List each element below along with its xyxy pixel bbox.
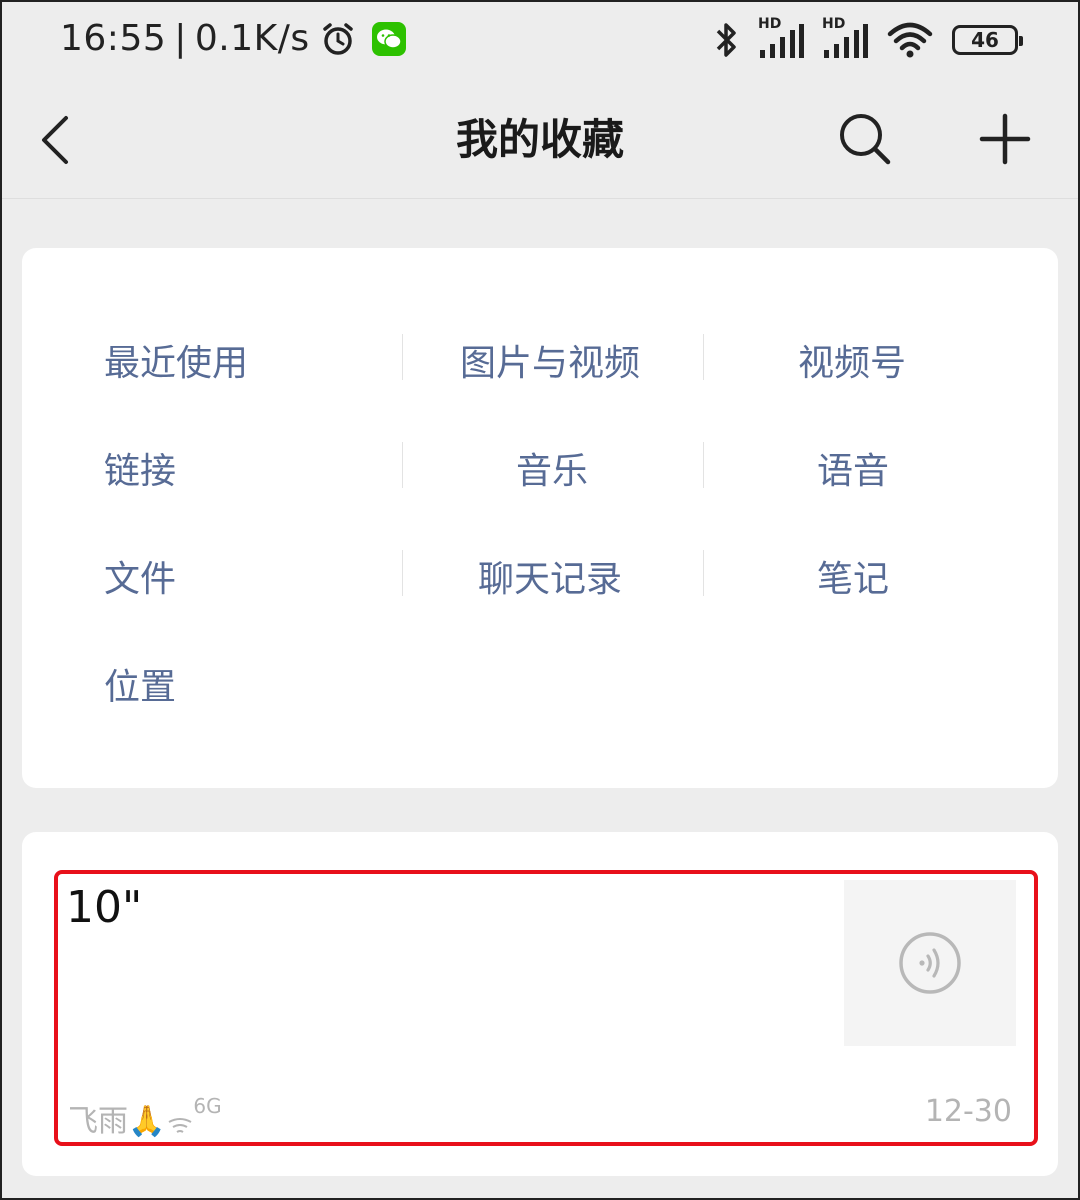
category-recent[interactable]: 最近使用 xyxy=(104,334,248,386)
signal-wifi-icon xyxy=(168,1118,192,1133)
category-channels[interactable]: 视频号 xyxy=(798,334,906,386)
wechat-notification-icon xyxy=(371,21,406,56)
status-time: 16:55 xyxy=(60,18,167,59)
nav-bar: 我的收藏 xyxy=(0,84,1080,199)
voice-duration: 10" xyxy=(66,882,143,933)
category-divider xyxy=(703,550,704,596)
add-icon[interactable] xyxy=(978,112,1032,166)
cellular-signal-icon: HD xyxy=(758,16,804,60)
category-files[interactable]: 文件 xyxy=(104,550,176,602)
category-music[interactable]: 音乐 xyxy=(516,442,588,494)
source-name: 飞雨🙏 xyxy=(68,1104,166,1139)
voice-icon xyxy=(899,932,961,994)
favorite-item[interactable]: 10" 飞雨🙏 6G 12-30 xyxy=(54,870,1038,1146)
bluetooth-icon xyxy=(716,23,736,57)
category-notes[interactable]: 笔记 xyxy=(817,550,889,602)
cellular-signal-icon-2: HD xyxy=(822,16,868,60)
category-divider xyxy=(402,334,403,380)
category-divider xyxy=(703,442,704,488)
network-speed: 0.1K/s xyxy=(194,18,310,59)
alarm-icon xyxy=(322,22,353,55)
category-voice[interactable]: 语音 xyxy=(817,442,889,494)
favorite-source: 飞雨🙏 6G xyxy=(68,1094,222,1140)
category-card: 最近使用 图片与视频 视频号 链接 音乐 语音 文件 聊天记录 笔记 位置 xyxy=(22,248,1058,788)
favorite-date: 12-30 xyxy=(924,1094,1012,1129)
category-location[interactable]: 位置 xyxy=(104,658,176,710)
category-divider xyxy=(402,442,403,488)
battery-indicator: 46 xyxy=(952,25,1023,55)
search-icon[interactable] xyxy=(836,110,892,166)
favorites-list: 10" 飞雨🙏 6G 12-30 xyxy=(22,832,1058,1176)
category-links[interactable]: 链接 xyxy=(104,442,176,494)
battery-level: 46 xyxy=(971,28,999,52)
category-divider xyxy=(703,334,704,380)
status-bar: 16:55 | 0.1K/s HD HD 46 xyxy=(0,0,1080,84)
category-chat-history[interactable]: 聊天记录 xyxy=(478,550,622,602)
category-photos-videos[interactable]: 图片与视频 xyxy=(460,334,640,386)
category-divider xyxy=(402,550,403,596)
status-left: 16:55 | 0.1K/s xyxy=(60,18,406,59)
status-separator: | xyxy=(174,18,187,59)
voice-thumbnail xyxy=(844,880,1016,1046)
wifi-icon xyxy=(887,22,933,58)
page-title: 我的收藏 xyxy=(455,115,624,164)
source-network-label: 6G xyxy=(193,1094,222,1118)
status-right: HD HD 46 xyxy=(712,16,1023,60)
